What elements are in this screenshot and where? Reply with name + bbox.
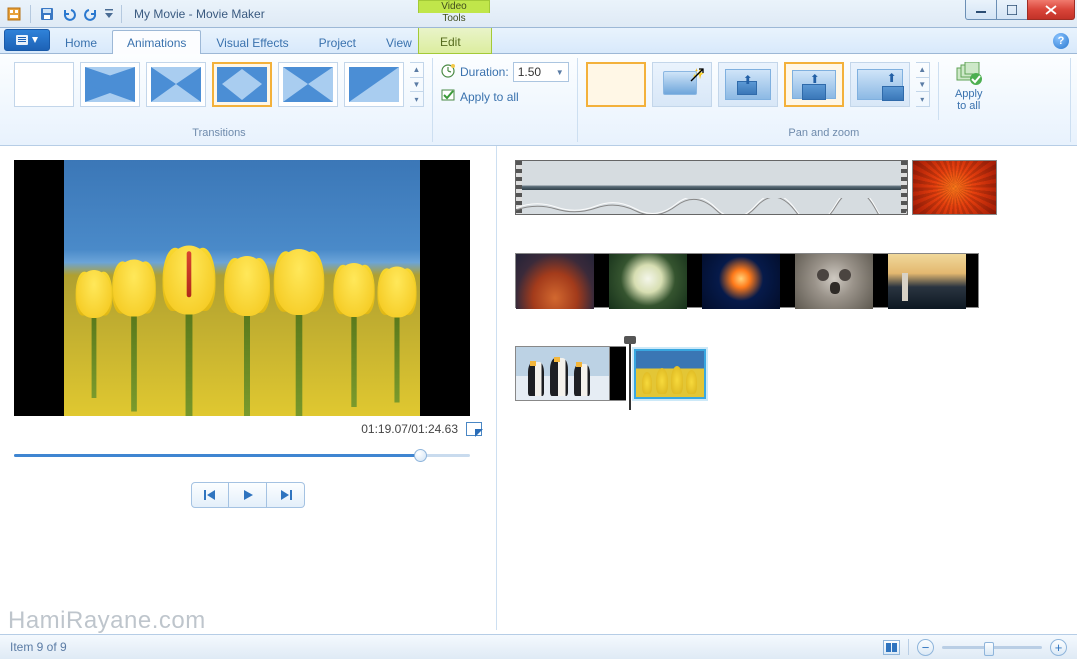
close-button[interactable] — [1027, 0, 1075, 20]
apply-all-big-icon — [956, 62, 982, 86]
app-icon[interactable] — [4, 4, 24, 24]
duration-label: Duration: — [460, 65, 509, 79]
file-menu-button[interactable] — [4, 29, 50, 51]
zoom-in-button[interactable]: + — [1050, 639, 1067, 656]
clip-image-hydrangea[interactable] — [609, 254, 687, 309]
clip-video-1[interactable] — [515, 160, 908, 215]
tab-project[interactable]: Project — [304, 30, 371, 54]
transition-diagonal-out[interactable] — [278, 62, 338, 107]
status-bar: Item 9 of 9 − + — [0, 634, 1077, 659]
apply-to-all-button[interactable]: Apply to all — [441, 88, 569, 106]
qat-customize-icon[interactable] — [103, 4, 115, 24]
tab-edit[interactable]: Edit — [419, 29, 482, 53]
workspace: 01:19.07/01:24.63 — [0, 146, 1077, 630]
title-bar: My Movie - Movie Maker Video Tools — [0, 0, 1077, 28]
preview-time: 01:19.07/01:24.63 — [361, 422, 458, 436]
clip-image-jellyfish[interactable] — [702, 254, 780, 309]
undo-icon[interactable] — [59, 4, 79, 24]
quick-access-toolbar — [0, 4, 126, 24]
apply-all-icon — [441, 88, 456, 106]
preview-pane: 01:19.07/01:24.63 — [0, 146, 497, 630]
pan-zoom-in-center[interactable]: ⬆ — [718, 62, 778, 107]
contextual-tab-header: Video Tools — [418, 0, 490, 13]
tab-animations[interactable]: Animations — [112, 30, 201, 54]
timeline-row-2 — [515, 253, 979, 308]
clip-image-penguins[interactable] — [515, 346, 610, 401]
clip-image-tulips-selected[interactable] — [634, 349, 706, 399]
transition-crossfade[interactable] — [80, 62, 140, 107]
minimize-button[interactable] — [965, 0, 997, 20]
ribbon: ▲▼▾ Transitions Duration: 1.50 ▼ Apply t… — [0, 54, 1077, 146]
timeline-row-3 — [515, 346, 1059, 401]
seek-slider[interactable] — [14, 446, 470, 464]
help-icon[interactable]: ? — [1053, 33, 1069, 49]
pan-auto[interactable]: ✨ — [652, 62, 712, 107]
duration-clock-icon — [441, 63, 456, 81]
clip-image-koala[interactable] — [795, 254, 873, 309]
clip-image-flower-red[interactable] — [912, 160, 997, 215]
duration-field[interactable]: 1.50 ▼ — [513, 62, 569, 82]
save-icon[interactable] — [37, 4, 57, 24]
apply-to-all-big-label: Apply to all — [955, 88, 983, 112]
transition-diagonal-in[interactable] — [146, 62, 206, 107]
tab-visual-effects[interactable]: Visual Effects — [201, 30, 303, 54]
maximize-button[interactable] — [996, 0, 1028, 20]
ribbon-tab-strip: Home Animations Visual Effects Project V… — [0, 28, 1077, 54]
timeline-playhead[interactable] — [629, 338, 631, 410]
prev-frame-button[interactable] — [191, 482, 229, 508]
group-label-pan: Pan and zoom — [586, 127, 1062, 142]
redo-icon[interactable] — [81, 4, 101, 24]
next-frame-button[interactable] — [267, 482, 305, 508]
pan-zoom-in-right[interactable]: ⬆ — [850, 62, 910, 107]
clip-image-desert[interactable] — [516, 254, 594, 309]
chevron-down-icon: ▼ — [556, 68, 564, 77]
group-label-transitions: Transitions — [14, 127, 424, 142]
transition-none[interactable] — [14, 62, 74, 107]
zoom-out-button[interactable]: − — [917, 639, 934, 656]
thumbnail-size-button[interactable] — [883, 640, 900, 655]
fullscreen-icon[interactable] — [466, 422, 482, 436]
status-item-count: Item 9 of 9 — [10, 640, 67, 654]
transition-wipe[interactable] — [344, 62, 404, 107]
transitions-gallery-more[interactable]: ▲▼▾ — [410, 62, 424, 107]
pan-gallery-more[interactable]: ▲▼▾ — [916, 62, 930, 107]
timeline-pane[interactable] — [497, 146, 1077, 630]
window-title: My Movie - Movie Maker — [134, 7, 265, 21]
transition-diamond[interactable] — [212, 62, 272, 107]
apply-to-all-label: Apply to all — [460, 90, 519, 104]
preview-viewport[interactable] — [14, 160, 470, 416]
tab-home[interactable]: Home — [50, 30, 112, 54]
timeline-row-1 — [515, 160, 1059, 215]
clip-image-lighthouse[interactable] — [888, 254, 966, 309]
pan-zoom-in-bottom[interactable]: ⬆ — [784, 62, 844, 107]
zoom-slider[interactable] — [942, 646, 1042, 649]
pan-none[interactable] — [586, 62, 646, 107]
play-button[interactable] — [229, 482, 267, 508]
apply-to-all-pan-button[interactable]: Apply to all — [947, 62, 991, 112]
duration-value: 1.50 — [518, 65, 541, 79]
preview-image-tulips — [64, 160, 420, 416]
